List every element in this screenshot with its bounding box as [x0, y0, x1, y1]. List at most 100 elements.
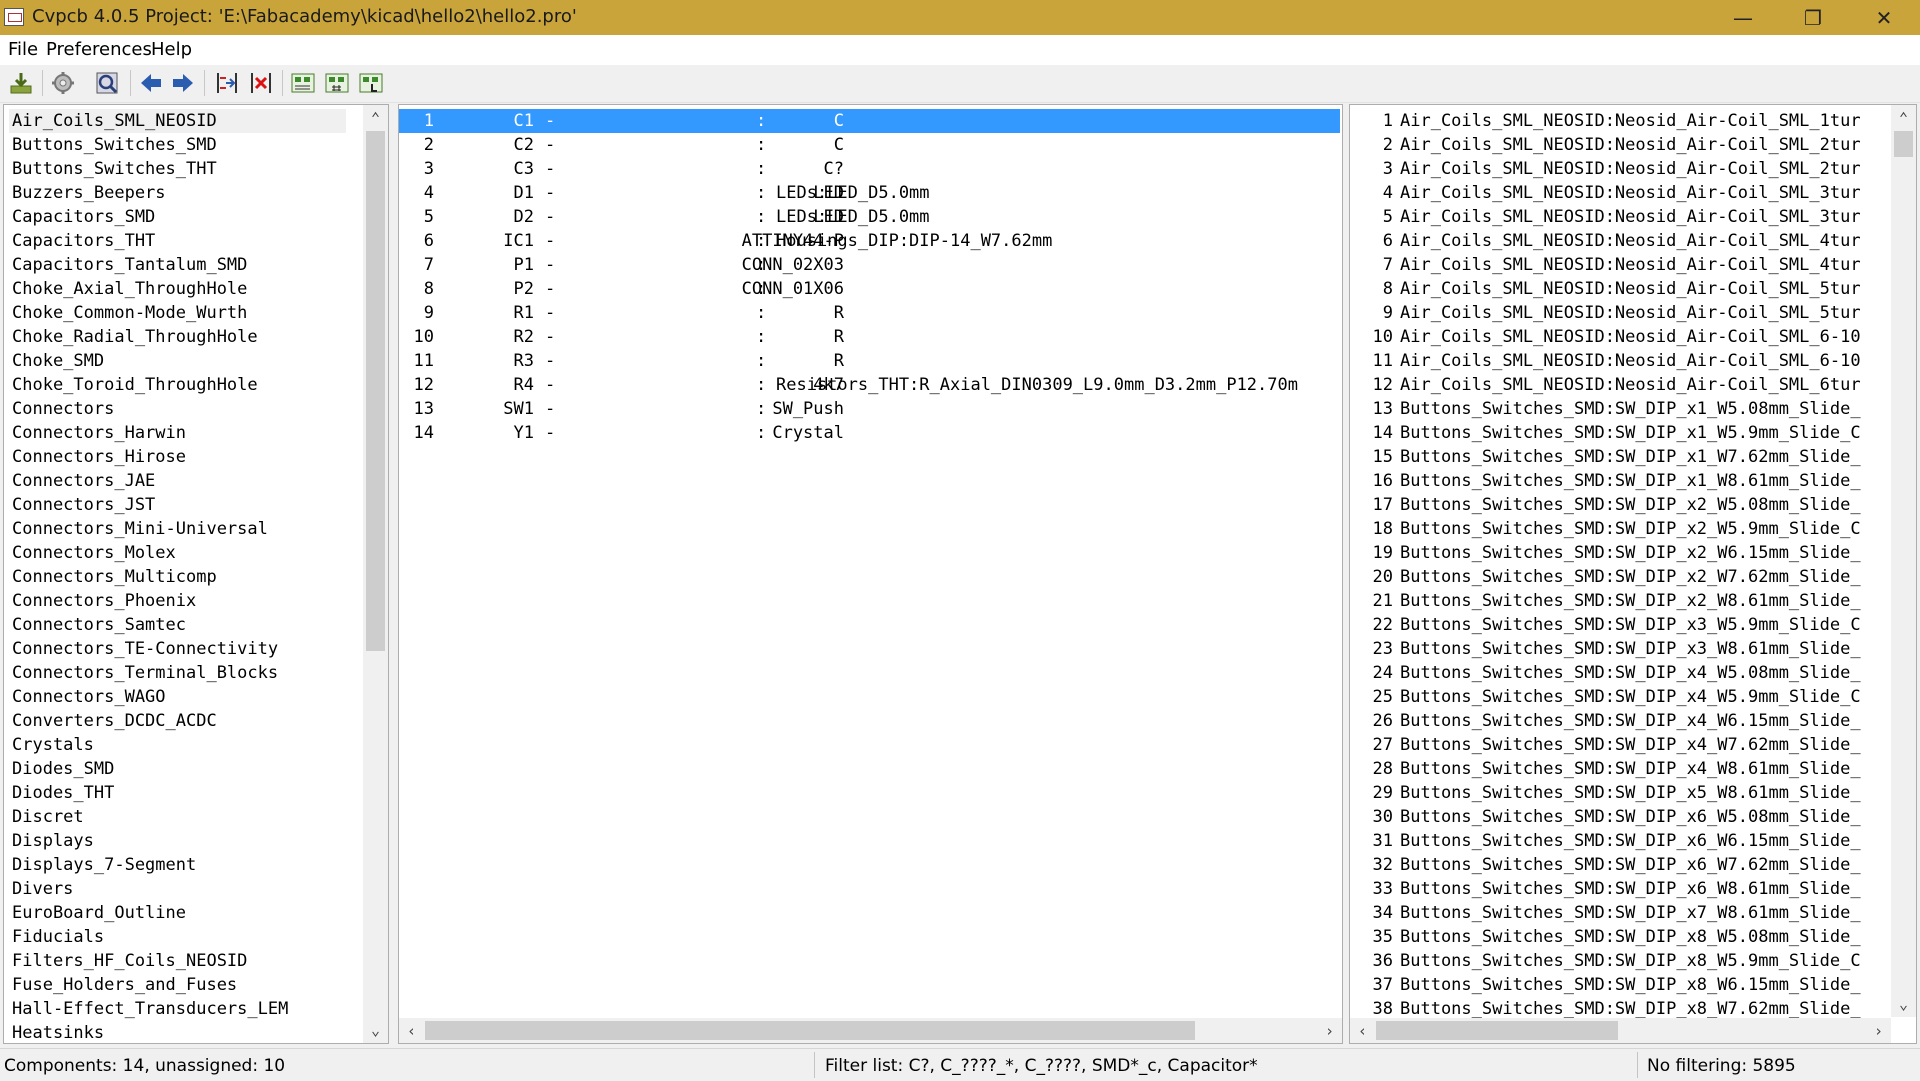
- component-row[interactable]: 3 C3- C?:: [399, 157, 1340, 181]
- auto-associate-icon[interactable]: [212, 68, 242, 98]
- scroll-left-icon[interactable]: ‹: [399, 1018, 424, 1043]
- footprint-list-item[interactable]: 17 Buttons_Switches_SMD:SW_DIP_x2_W5.08mm…: [1350, 493, 1890, 517]
- scroll-down-icon[interactable]: ⌄: [1891, 991, 1916, 1016]
- component-row[interactable]: 2 C2- C:: [399, 133, 1340, 157]
- library-list-item[interactable]: Diodes_THT: [12, 781, 114, 805]
- component-row[interactable]: 12 R4-4k7 Resistors_THT:R_Axial_DIN0309_L9…: [399, 373, 1340, 397]
- scroll-up-icon[interactable]: ⌃: [363, 105, 388, 130]
- component-row[interactable]: 8 P2- CONN_01X06:: [399, 277, 1340, 301]
- library-list-item[interactable]: Connectors_Harwin: [12, 421, 186, 445]
- library-list-item[interactable]: Fuse_Holders_and_Fuses: [12, 973, 237, 997]
- footprint-list-item[interactable]: 31 Buttons_Switches_SMD:SW_DIP_x6_W6.15mm…: [1350, 829, 1890, 853]
- library-list-scroll-thumb[interactable]: [366, 131, 385, 651]
- footprint-list-item[interactable]: 4 Air_Coils_SML_NEOSID:Neosid_Air-Coil_SM…: [1350, 181, 1890, 205]
- footprint-list-item[interactable]: 29 Buttons_Switches_SMD:SW_DIP_x5_W8.61mm…: [1350, 781, 1890, 805]
- component-row[interactable]: 11 R3- R:: [399, 349, 1340, 373]
- component-row[interactable]: 9 R1- R:: [399, 301, 1340, 325]
- save-netlist-icon[interactable]: [6, 68, 36, 98]
- footprint-list-item[interactable]: 28 Buttons_Switches_SMD:SW_DIP_x4_W8.61mm…: [1350, 757, 1890, 781]
- library-list-item[interactable]: Hall-Effect_Transducers_LEM: [12, 997, 288, 1021]
- library-list-item[interactable]: Choke_Axial_ThroughHole: [12, 277, 247, 301]
- scroll-up-icon[interactable]: ⌃: [1891, 105, 1916, 130]
- library-list-item[interactable]: Capacitors_THT: [12, 229, 155, 253]
- minimize-button[interactable]: —: [1714, 0, 1772, 35]
- footprint-list-item[interactable]: 24 Buttons_Switches_SMD:SW_DIP_x4_W5.08mm…: [1350, 661, 1890, 685]
- component-row[interactable]: 5 D2- LED LEDs:LED_D5.0mm:: [399, 205, 1340, 229]
- library-list-item[interactable]: Connectors_JAE: [12, 469, 155, 493]
- library-list-item[interactable]: Buttons_Switches_THT: [12, 157, 217, 181]
- footprint-list-item[interactable]: 27 Buttons_Switches_SMD:SW_DIP_x4_W7.62mm…: [1350, 733, 1890, 757]
- component-list-hscrollbar[interactable]: ‹ ›: [399, 1018, 1342, 1043]
- component-row[interactable]: 7 P1- CONN_02X03:: [399, 253, 1340, 277]
- footprint-list-item[interactable]: 18 Buttons_Switches_SMD:SW_DIP_x2_W5.9mm_…: [1350, 517, 1890, 541]
- footprint-list-item[interactable]: 15 Buttons_Switches_SMD:SW_DIP_x1_W7.62mm…: [1350, 445, 1890, 469]
- scroll-left-icon[interactable]: ‹: [1350, 1018, 1375, 1043]
- footprint-list-item[interactable]: 6 Air_Coils_SML_NEOSID:Neosid_Air-Coil_SM…: [1350, 229, 1890, 253]
- footprint-list-scroll-thumb[interactable]: [1894, 131, 1913, 157]
- restore-button[interactable]: ❐: [1784, 0, 1842, 35]
- footprint-list-item[interactable]: 35 Buttons_Switches_SMD:SW_DIP_x8_W5.08mm…: [1350, 925, 1890, 949]
- library-list-item[interactable]: Capacitors_Tantalum_SMD: [12, 253, 247, 277]
- footprint-list-hscrollbar[interactable]: ‹ ›: [1350, 1018, 1891, 1043]
- filter-library-icon[interactable]: [356, 68, 386, 98]
- library-list-item[interactable]: Connectors_TE-Connectivity: [12, 637, 278, 661]
- library-list-item[interactable]: EuroBoard_Outline: [12, 901, 186, 925]
- footprint-list-item[interactable]: 21 Buttons_Switches_SMD:SW_DIP_x2_W8.61mm…: [1350, 589, 1890, 613]
- footprint-list-item[interactable]: 13 Buttons_Switches_SMD:SW_DIP_x1_W5.08mm…: [1350, 397, 1890, 421]
- library-list-item[interactable]: Connectors_Multicomp: [12, 565, 217, 589]
- library-list-item[interactable]: Fiducials: [12, 925, 104, 949]
- component-list-scroll-thumb[interactable]: [425, 1021, 1195, 1040]
- footprint-list-item[interactable]: 8 Air_Coils_SML_NEOSID:Neosid_Air-Coil_SM…: [1350, 277, 1890, 301]
- footprint-list-item[interactable]: 34 Buttons_Switches_SMD:SW_DIP_x7_W8.61mm…: [1350, 901, 1890, 925]
- library-list-item[interactable]: Capacitors_SMD: [12, 205, 155, 229]
- footprint-list-item[interactable]: 11 Air_Coils_SML_NEOSID:Neosid_Air-Coil_S…: [1350, 349, 1890, 373]
- footprint-list-item[interactable]: 5 Air_Coils_SML_NEOSID:Neosid_Air-Coil_SM…: [1350, 205, 1890, 229]
- library-list-item[interactable]: Discret: [12, 805, 84, 829]
- footprint-list-item[interactable]: 30 Buttons_Switches_SMD:SW_DIP_x6_W5.08mm…: [1350, 805, 1890, 829]
- library-list-item[interactable]: Heatsinks: [12, 1021, 104, 1043]
- library-list-item[interactable]: Connectors_Terminal_Blocks: [12, 661, 278, 685]
- footprint-list-item[interactable]: 33 Buttons_Switches_SMD:SW_DIP_x6_W8.61mm…: [1350, 877, 1890, 901]
- library-list-item[interactable]: Connectors_Mini-Universal: [12, 517, 268, 541]
- footprint-list-scrollbar[interactable]: ⌃ ⌄: [1891, 105, 1916, 1017]
- footprint-list-item[interactable]: 36 Buttons_Switches_SMD:SW_DIP_x8_W5.9mm_…: [1350, 949, 1890, 973]
- library-list-scrollbar[interactable]: ⌃ ⌄: [363, 105, 388, 1043]
- menu-preferences[interactable]: Preferences: [46, 39, 152, 60]
- footprint-list-item[interactable]: 10 Air_Coils_SML_NEOSID:Neosid_Air-Coil_S…: [1350, 325, 1890, 349]
- scroll-right-icon[interactable]: ›: [1317, 1018, 1342, 1043]
- component-row[interactable]: 14 Y1- Crystal:: [399, 421, 1340, 445]
- library-list-item[interactable]: Diodes_SMD: [12, 757, 114, 781]
- scroll-right-icon[interactable]: ›: [1866, 1018, 1891, 1043]
- scroll-down-icon[interactable]: ⌄: [363, 1017, 388, 1042]
- close-button[interactable]: ✕: [1855, 0, 1913, 35]
- footprint-list-item[interactable]: 19 Buttons_Switches_SMD:SW_DIP_x2_W6.15mm…: [1350, 541, 1890, 565]
- library-list-item[interactable]: Converters_DCDC_ACDC: [12, 709, 217, 733]
- footprint-list-item[interactable]: 1 Air_Coils_SML_NEOSID:Neosid_Air-Coil_SM…: [1350, 109, 1890, 133]
- footprint-list-item[interactable]: 23 Buttons_Switches_SMD:SW_DIP_x3_W8.61mm…: [1350, 637, 1890, 661]
- previous-icon[interactable]: [136, 68, 166, 98]
- library-list-item[interactable]: Buzzers_Beepers: [12, 181, 166, 205]
- library-list-item[interactable]: Choke_Common-Mode_Wurth: [12, 301, 247, 325]
- library-list-item[interactable]: Divers: [12, 877, 73, 901]
- component-row[interactable]: 13 SW1- SW_Push:: [399, 397, 1340, 421]
- library-list-item[interactable]: Air_Coils_SML_NEOSID: [9, 109, 346, 133]
- library-list-item[interactable]: Choke_Toroid_ThroughHole: [12, 373, 258, 397]
- library-list-item[interactable]: Connectors_Phoenix: [12, 589, 196, 613]
- library-list-item[interactable]: Choke_Radial_ThroughHole: [12, 325, 258, 349]
- view-footprint-icon[interactable]: [92, 68, 122, 98]
- footprint-list-item[interactable]: 37 Buttons_Switches_SMD:SW_DIP_x8_W6.15mm…: [1350, 973, 1890, 997]
- library-list-item[interactable]: Crystals: [12, 733, 94, 757]
- library-list-item[interactable]: Buttons_Switches_SMD: [12, 133, 217, 157]
- library-list-item[interactable]: Connectors: [12, 397, 114, 421]
- footprint-list-item[interactable]: 9 Air_Coils_SML_NEOSID:Neosid_Air-Coil_SM…: [1350, 301, 1890, 325]
- next-icon[interactable]: [168, 68, 198, 98]
- delete-associations-icon[interactable]: [246, 68, 276, 98]
- filter-pincount-icon[interactable]: [322, 68, 352, 98]
- footprint-list-item[interactable]: 16 Buttons_Switches_SMD:SW_DIP_x1_W8.61mm…: [1350, 469, 1890, 493]
- library-list-item[interactable]: Connectors_Samtec: [12, 613, 186, 637]
- menu-file[interactable]: File: [8, 39, 38, 60]
- settings-icon[interactable]: [48, 68, 78, 98]
- footprint-list-item[interactable]: 14 Buttons_Switches_SMD:SW_DIP_x1_W5.9mm_…: [1350, 421, 1890, 445]
- component-row[interactable]: 4 D1- LED LEDs:LED_D5.0mm:: [399, 181, 1340, 205]
- library-list-item[interactable]: Connectors_Molex: [12, 541, 176, 565]
